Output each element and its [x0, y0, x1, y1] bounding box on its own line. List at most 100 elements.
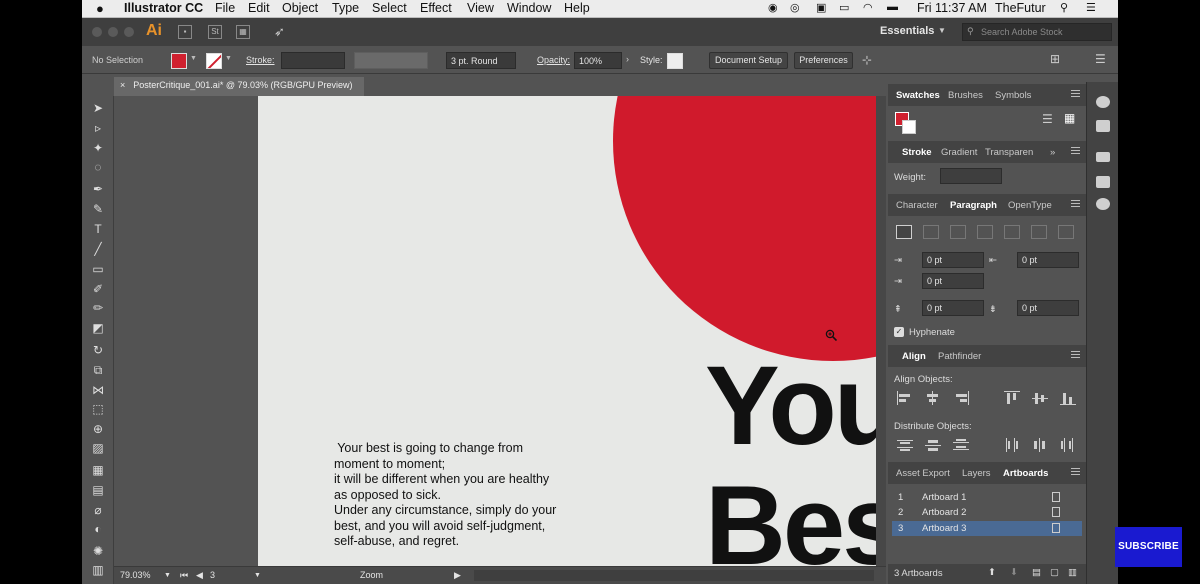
- new-artboard-icon[interactable]: ▢: [1050, 567, 1059, 578]
- graphic-styles-icon[interactable]: [1096, 176, 1110, 188]
- direct-selection-tool-icon[interactable]: ▹: [90, 121, 106, 135]
- screen-icon[interactable]: ▣: [816, 1, 826, 14]
- panel-menu-icon[interactable]: [1071, 90, 1080, 97]
- tab-stroke[interactable]: Stroke: [902, 147, 932, 158]
- close-tab-icon[interactable]: ×: [120, 80, 125, 90]
- notification-list-icon[interactable]: ☰: [1086, 1, 1096, 14]
- stock-icon[interactable]: St: [208, 25, 222, 39]
- spotlight-search-icon[interactable]: ⚲: [1060, 1, 1068, 14]
- scale-tool-icon[interactable]: ⧉: [90, 363, 106, 377]
- vertical-distribute-top-icon[interactable]: [897, 438, 913, 452]
- tab-character[interactable]: Character: [896, 200, 938, 211]
- horizontal-distribute-right-icon[interactable]: [1060, 438, 1076, 452]
- artboard-options-icon[interactable]: [1052, 507, 1060, 517]
- tab-brushes[interactable]: Brushes: [948, 90, 983, 101]
- app-menu[interactable]: Illustrator CC: [124, 1, 203, 15]
- subscribe-button[interactable]: SUBSCRIBE: [1115, 527, 1182, 567]
- zoom-window-button[interactable]: [124, 27, 134, 37]
- zoom-level-field[interactable]: 79.03%: [120, 570, 151, 580]
- stroke-weight-field[interactable]: [281, 52, 345, 69]
- headline-text[interactable]: You Bes: [705, 346, 876, 567]
- lasso-tool-icon[interactable]: ◌: [90, 160, 106, 174]
- fill-color-swatch[interactable]: [171, 53, 187, 69]
- eraser-tool-icon[interactable]: ◩: [90, 321, 106, 335]
- tab-gradient[interactable]: Gradient: [941, 147, 977, 158]
- chevron-down-icon[interactable]: ▼: [190, 55, 197, 62]
- menu-file[interactable]: File: [215, 1, 235, 15]
- brush-definition-select[interactable]: 3 pt. Round: [446, 52, 516, 69]
- stroke-label[interactable]: Stroke:: [246, 55, 275, 65]
- apple-menu-icon[interactable]: ●: [96, 1, 104, 16]
- chevron-down-icon[interactable]: ▼: [164, 572, 171, 579]
- selection-tool-icon[interactable]: ➤: [90, 101, 106, 115]
- gradient-tool-icon[interactable]: ▤: [90, 483, 106, 497]
- color-panel-icon[interactable]: [1096, 96, 1110, 108]
- status-menu-arrow-icon[interactable]: ▶: [454, 570, 461, 581]
- menu-user[interactable]: TheFutur: [995, 1, 1046, 15]
- vertical-distribute-center-icon[interactable]: [925, 438, 941, 452]
- vertical-align-center-icon[interactable]: [1032, 391, 1048, 405]
- symbol-sprayer-tool-icon[interactable]: ✺: [90, 544, 106, 558]
- menu-edit[interactable]: Edit: [248, 1, 270, 15]
- airplay-icon[interactable]: ▭: [839, 1, 849, 14]
- tab-paragraph[interactable]: Paragraph: [950, 200, 997, 211]
- list-view-icon[interactable]: ☰: [1042, 112, 1053, 126]
- chevron-down-icon[interactable]: ▼: [254, 572, 261, 579]
- hyphenate-checkbox[interactable]: ✓: [894, 327, 904, 337]
- mesh-tool-icon[interactable]: ▦: [90, 463, 106, 477]
- menu-select[interactable]: Select: [372, 1, 407, 15]
- blend-tool-icon[interactable]: ◐: [90, 522, 106, 536]
- rearrange-icon[interactable]: ▤: [1032, 567, 1041, 578]
- justify-last-right-icon[interactable]: [1031, 225, 1047, 239]
- document-tab[interactable]: × PosterCritique_001.ai* @ 79.03% (RGB/GP…: [114, 77, 364, 96]
- pencil-tool-icon[interactable]: ✏: [90, 301, 106, 315]
- menu-view[interactable]: View: [467, 1, 494, 15]
- artboard-options-icon[interactable]: [1052, 523, 1060, 533]
- artboard-options-icon[interactable]: [1052, 492, 1060, 502]
- bridge-icon[interactable]: ▪: [178, 25, 192, 39]
- canvas-area[interactable]: You Bes Your best is going to change fro…: [114, 96, 886, 566]
- menu-clock[interactable]: Fri 11:37 AM: [917, 1, 987, 15]
- curvature-tool-icon[interactable]: ✎: [90, 202, 106, 216]
- weight-field[interactable]: [940, 168, 1002, 184]
- horizontal-scrollbar[interactable]: [474, 570, 874, 581]
- menu-type[interactable]: Type: [332, 1, 359, 15]
- arrange-documents-icon[interactable]: ▦: [236, 25, 250, 39]
- creative-cloud-icon[interactable]: ◉: [768, 1, 778, 14]
- artboard[interactable]: You Bes Your best is going to change fro…: [258, 96, 876, 566]
- chevron-right-icon[interactable]: ›: [626, 54, 629, 64]
- opacity-field[interactable]: 100%: [574, 52, 622, 69]
- pen-tool-icon[interactable]: ✒: [90, 182, 106, 196]
- space-after-field[interactable]: 0 pt: [1017, 300, 1079, 316]
- vertical-align-bottom-icon[interactable]: [1060, 391, 1076, 405]
- minimize-window-button[interactable]: [108, 27, 118, 37]
- perspective-grid-tool-icon[interactable]: ▨: [90, 441, 106, 455]
- vertical-distribute-bottom-icon[interactable]: [953, 438, 969, 452]
- width-tool-icon[interactable]: ⋈: [90, 383, 106, 397]
- previous-artboard-icon[interactable]: ◀: [196, 570, 203, 581]
- paintbrush-tool-icon[interactable]: ✐: [90, 282, 106, 296]
- artboard-name[interactable]: Artboard 2: [922, 507, 966, 518]
- space-before-field[interactable]: 0 pt: [922, 300, 984, 316]
- horizontal-align-center-icon[interactable]: [925, 391, 941, 405]
- tab-swatches[interactable]: Swatches: [896, 90, 940, 101]
- justify-last-center-icon[interactable]: [1004, 225, 1020, 239]
- wifi-icon[interactable]: ◠: [863, 1, 873, 14]
- align-right-icon[interactable]: [950, 225, 966, 239]
- rectangle-tool-icon[interactable]: ▭: [90, 262, 106, 276]
- current-tool-status[interactable]: Zoom: [360, 570, 383, 580]
- column-graph-tool-icon[interactable]: ▥: [90, 563, 106, 577]
- line-tool-icon[interactable]: ╱: [90, 242, 106, 256]
- chevron-down-icon[interactable]: ▼: [938, 26, 946, 35]
- grid-view-icon[interactable]: ▦: [1064, 111, 1075, 125]
- move-down-icon[interactable]: ⬇: [1010, 567, 1018, 578]
- delete-artboard-icon[interactable]: ▥: [1068, 567, 1077, 578]
- tab-artboards[interactable]: Artboards: [1003, 468, 1048, 479]
- right-indent-field[interactable]: 0 pt: [1017, 252, 1079, 268]
- workspace-switcher[interactable]: Essentials: [880, 25, 934, 37]
- rotate-tool-icon[interactable]: ↻: [90, 343, 106, 357]
- artboard-name[interactable]: Artboard 1: [922, 492, 966, 503]
- close-window-button[interactable]: [92, 27, 102, 37]
- quick-actions-icon[interactable]: ⊹: [862, 53, 872, 67]
- panel-menu-icon[interactable]: [1071, 200, 1080, 207]
